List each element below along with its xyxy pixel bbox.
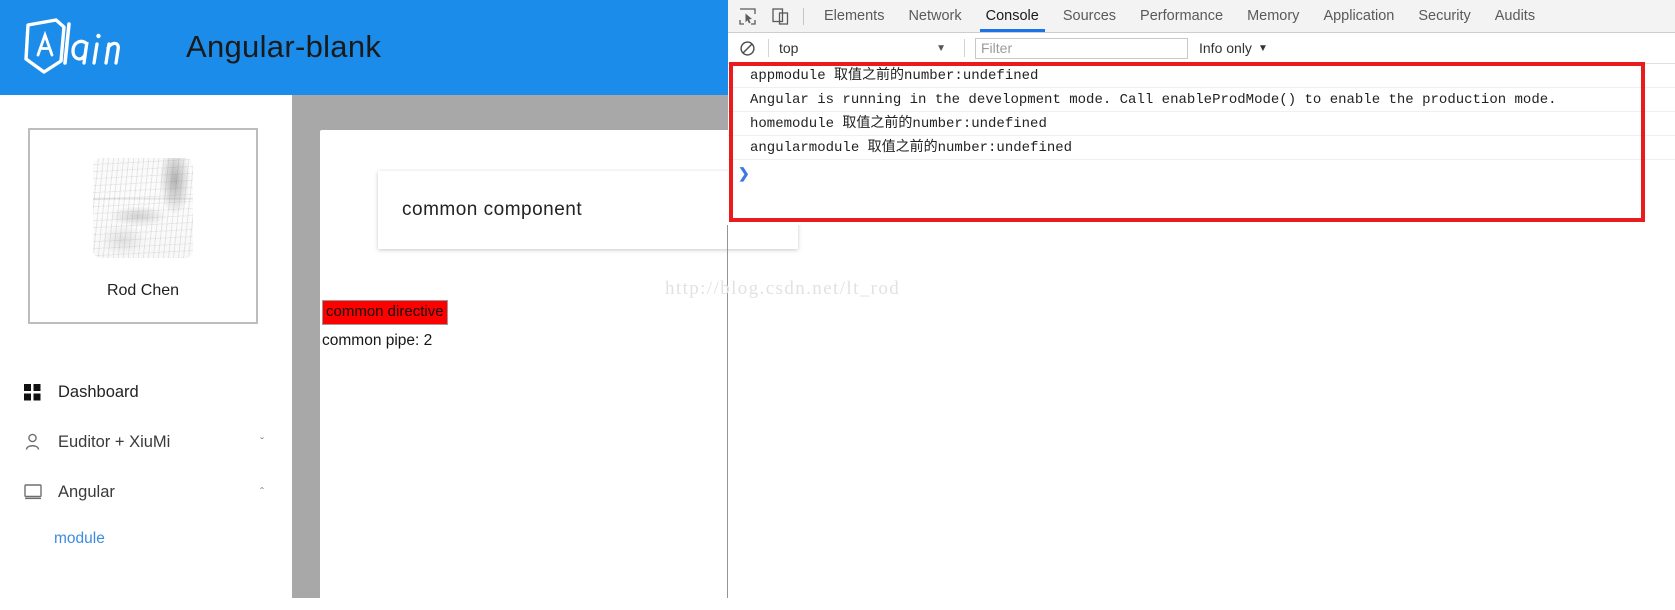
console-message-suffix: number:undefined: [904, 68, 1039, 84]
grid-dashboard-icon: [24, 382, 46, 402]
tab-sources[interactable]: Sources: [1051, 0, 1128, 32]
console-message-cjk: 取值之前的: [834, 67, 905, 83]
console-filter-bar: top ▼ Info only ▼: [728, 33, 1675, 64]
sidebar-item-label: Euditor + XiuMi: [58, 432, 171, 451]
console-message-suffix: number:undefined: [912, 116, 1047, 132]
prompt-chevron-icon: ❯: [738, 165, 750, 181]
chevron-down-icon: ▼: [1257, 42, 1268, 54]
monitor-screen-icon: [24, 482, 46, 502]
console-input-prompt[interactable]: ❯: [728, 160, 1675, 186]
console-context-value: top: [779, 40, 799, 56]
chevron-up-icon[interactable]: ˆ: [260, 486, 264, 498]
sidebar-subitem-label: module: [54, 530, 105, 547]
common-directive-chip: common directive: [322, 300, 448, 325]
clear-console-icon[interactable]: [736, 37, 758, 59]
console-message-suffix: number:undefined: [937, 140, 1073, 156]
tab-network[interactable]: Network: [896, 0, 973, 32]
user-person-icon: [24, 432, 46, 452]
filterbar-divider-1: [768, 39, 769, 57]
tab-audits[interactable]: Audits: [1483, 0, 1547, 32]
devtools-panel: Elements Network Console Sources Perform…: [728, 0, 1675, 225]
inspect-element-icon[interactable]: [734, 3, 761, 29]
sidebar-item-dashboard[interactable]: Dashboard: [0, 367, 292, 417]
sidebar: Rod Chen Dashboard Euditor + XiuMi ˇ Ang…: [0, 95, 292, 598]
filterbar-divider-2: [964, 39, 965, 57]
device-toolbar-icon[interactable]: [767, 3, 794, 29]
user-avatar-sketch: [93, 158, 193, 258]
console-log-level-value: Info only: [1199, 40, 1252, 56]
console-message-row: appmodule 取值之前的number:undefined: [728, 64, 1675, 88]
angular-shield-icon: [18, 17, 130, 77]
sidebar-nav: Dashboard Euditor + XiuMi ˇ Angular ˆ mo…: [0, 367, 292, 561]
sidebar-item-angular[interactable]: Angular ˆ: [0, 467, 292, 517]
console-message-cjk: 取值之前的: [867, 139, 938, 155]
common-pipe-text: common pipe: 2: [322, 332, 433, 349]
console-message-prefix: appmodule: [750, 68, 835, 84]
app-title: Angular-blank: [186, 29, 382, 64]
console-message-row: homemodule 取值之前的number:undefined: [728, 112, 1675, 136]
main-content-canvas: common component common directive common…: [292, 95, 1020, 610]
console-context-select[interactable]: top ▼: [779, 37, 954, 59]
app-header: Angular-blank: [0, 0, 775, 95]
watermark-url: http://blog.csdn.net/lt_rod: [665, 278, 901, 299]
console-message-row: Angular is running in the development mo…: [728, 88, 1675, 112]
profile-card[interactable]: Rod Chen: [28, 128, 258, 324]
common-component-label: common component: [402, 199, 583, 220]
sidebar-item-label: Angular: [58, 482, 115, 501]
sidebar-item-label: Dashboard: [58, 382, 139, 401]
console-message-cjk: 取值之前的: [842, 115, 913, 131]
devtools-tabbar: Elements Network Console Sources Perform…: [728, 0, 1675, 33]
sidebar-item-euditor-xiumi[interactable]: Euditor + XiuMi ˇ: [0, 417, 292, 467]
toolbar-divider: [803, 7, 804, 25]
console-message-row: angularmodule 取值之前的number:undefined: [728, 136, 1675, 160]
sidebar-subitem-module[interactable]: module: [0, 517, 292, 561]
console-filter-input[interactable]: [975, 37, 1188, 59]
console-message-list[interactable]: appmodule 取值之前的number:undefined Angular …: [728, 64, 1675, 225]
console-message-prefix: Angular is running in the development mo…: [750, 92, 1557, 108]
tab-security[interactable]: Security: [1406, 0, 1482, 32]
tab-performance[interactable]: Performance: [1128, 0, 1235, 32]
console-log-level-select[interactable]: Info only ▼: [1199, 40, 1268, 56]
profile-name: Rod Chen: [106, 282, 180, 299]
brand[interactable]: Angular-blank: [18, 16, 381, 78]
tab-application[interactable]: Application: [1311, 0, 1406, 32]
chevron-down-icon[interactable]: ˇ: [260, 436, 264, 448]
tab-console[interactable]: Console: [974, 0, 1051, 32]
console-message-prefix: homemodule: [750, 116, 843, 132]
tab-elements[interactable]: Elements: [812, 0, 896, 32]
tab-memory[interactable]: Memory: [1235, 0, 1311, 32]
chevron-down-icon: ▼: [936, 42, 946, 54]
console-message-prefix: angularmodule: [750, 140, 868, 156]
